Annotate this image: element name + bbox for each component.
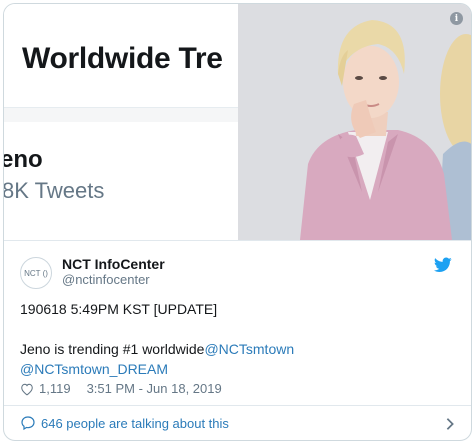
- chevron-right-icon[interactable]: [445, 417, 455, 431]
- tweet-media[interactable]: Worldwide Tre eno 8K Tweets i: [4, 4, 471, 240]
- trend-item: eno 8K Tweets: [4, 122, 238, 240]
- mention-nctsmtown-dream[interactable]: @NCTsmtown_DREAM: [20, 361, 168, 377]
- conversation-footer[interactable]: 646 people are talking about this: [4, 405, 471, 440]
- user-handle[interactable]: @nctinfocenter: [62, 272, 150, 287]
- tweet-line-trending: Jeno is trending #1 worldwide@NCTsmtown: [20, 339, 450, 359]
- mention-nctsmtown[interactable]: @NCTsmtown: [204, 341, 294, 357]
- speech-bubble-icon: [21, 416, 35, 431]
- tweet-text: 190618 5:49PM KST [UPDATE] Jeno is trend…: [20, 299, 450, 379]
- trend-header: Worldwide Tre: [4, 4, 238, 108]
- avatar[interactable]: NCT (): [20, 257, 52, 289]
- embedded-tweet-card: Worldwide Tre eno 8K Tweets i NCT () NCT…: [3, 3, 472, 441]
- tweet-line-spacer: [20, 319, 450, 339]
- heart-icon[interactable]: [20, 382, 34, 396]
- tweet-body: NCT () NCT InfoCenter @nctinfocenter 190…: [4, 240, 471, 406]
- trend-title: Worldwide Tre: [22, 42, 223, 75]
- like-count[interactable]: 1,119: [39, 381, 71, 396]
- info-icon[interactable]: i: [450, 12, 463, 25]
- trend-name: eno: [4, 146, 43, 173]
- tweet-line-update: 190618 5:49PM KST [UPDATE]: [20, 301, 218, 317]
- tweet-timestamp[interactable]: 3:51 PM - Jun 18, 2019: [87, 381, 222, 396]
- person-photo-illustration: [238, 4, 471, 240]
- display-name[interactable]: NCT InfoCenter: [62, 256, 165, 272]
- media-photo: i: [238, 4, 471, 240]
- tweet-line-mention: @NCTsmtown_DREAM: [20, 359, 450, 379]
- tweet-trending-text: Jeno is trending #1 worldwide: [20, 341, 205, 357]
- twitter-bird-icon[interactable]: [434, 257, 452, 273]
- talking-about-link[interactable]: 646 people are talking about this: [41, 416, 229, 431]
- trend-tweet-count: 8K Tweets: [4, 178, 105, 203]
- tweet-meta: 1,119 3:51 PM - Jun 18, 2019: [20, 381, 222, 396]
- media-trend-screenshot: Worldwide Tre eno 8K Tweets: [4, 4, 238, 240]
